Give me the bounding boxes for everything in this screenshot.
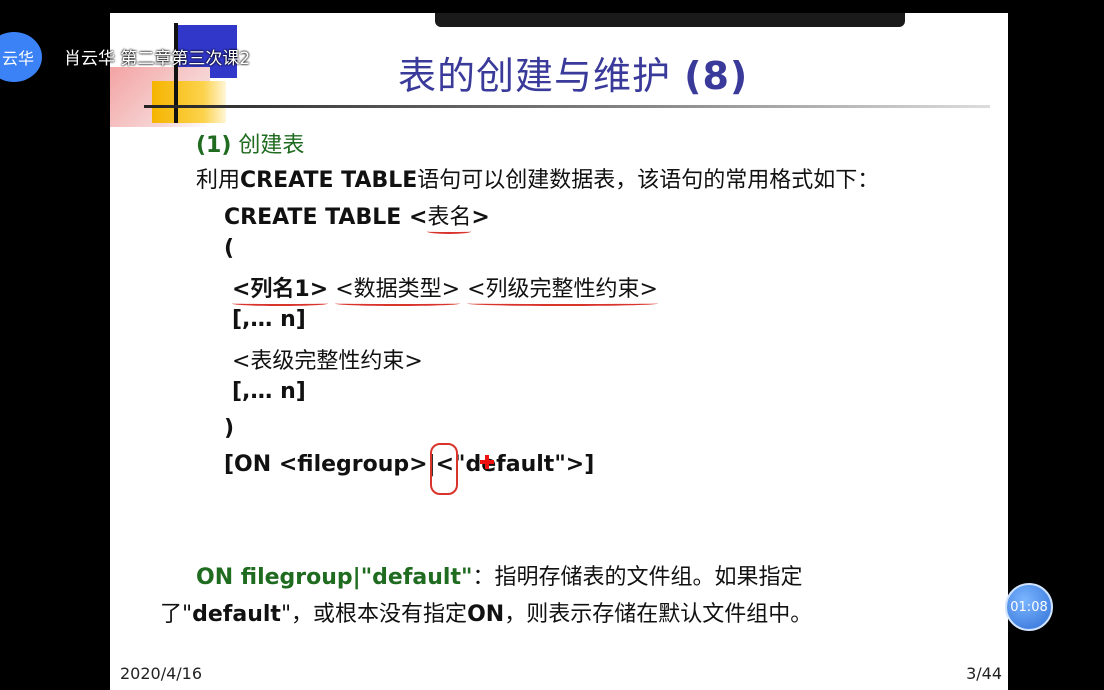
lecture-title: 肖云华 第二章第三次课2 [64,49,251,69]
note-line-1: ON filegroup|"default"：指明存储表的文件组。如果指定 [196,565,803,590]
slide-page-number: 3/44 [966,664,1002,683]
code-column-definition: <列名1> <数据类型> <列级完整性约束> [232,277,658,302]
user-avatar[interactable]: 云华 [0,32,42,82]
note-line-2: 了"default"，或根本没有指定ON，则表示存储在默认文件组中。 [160,602,813,627]
recording-timer[interactable]: 01:08 [1005,583,1053,631]
slide: 表的创建与维护 (8) (1) 创建表 利用CREATE TABLE语句可以创建… [110,13,1008,690]
code-on-clause: [ON <filegroup>|<"default">] [224,452,595,477]
intro-line: 利用CREATE TABLE语句可以创建数据表，该语句的常用格式如下： [196,168,880,193]
annotation-circle [430,443,458,495]
section-heading: (1) 创建表 [196,133,305,158]
code-repeat-2: [,… n] [232,379,306,404]
decor-yellow-block [152,81,226,123]
code-open-paren: ( [224,236,235,261]
decor-title-underline [144,105,990,108]
top-bar [435,13,905,27]
pointer-cross-icon [480,455,494,469]
slide-title: 表的创建与维护 (8) [398,54,749,98]
code-close-paren: ) [224,416,235,441]
slide-date: 2020/4/16 [120,664,203,683]
code-table-constraint: <表级完整性约束> [232,349,423,374]
code-repeat-1: [,… n] [232,307,306,332]
code-create-table: CREATE TABLE <表名> [224,205,490,230]
decor-vertical-line [174,23,178,123]
